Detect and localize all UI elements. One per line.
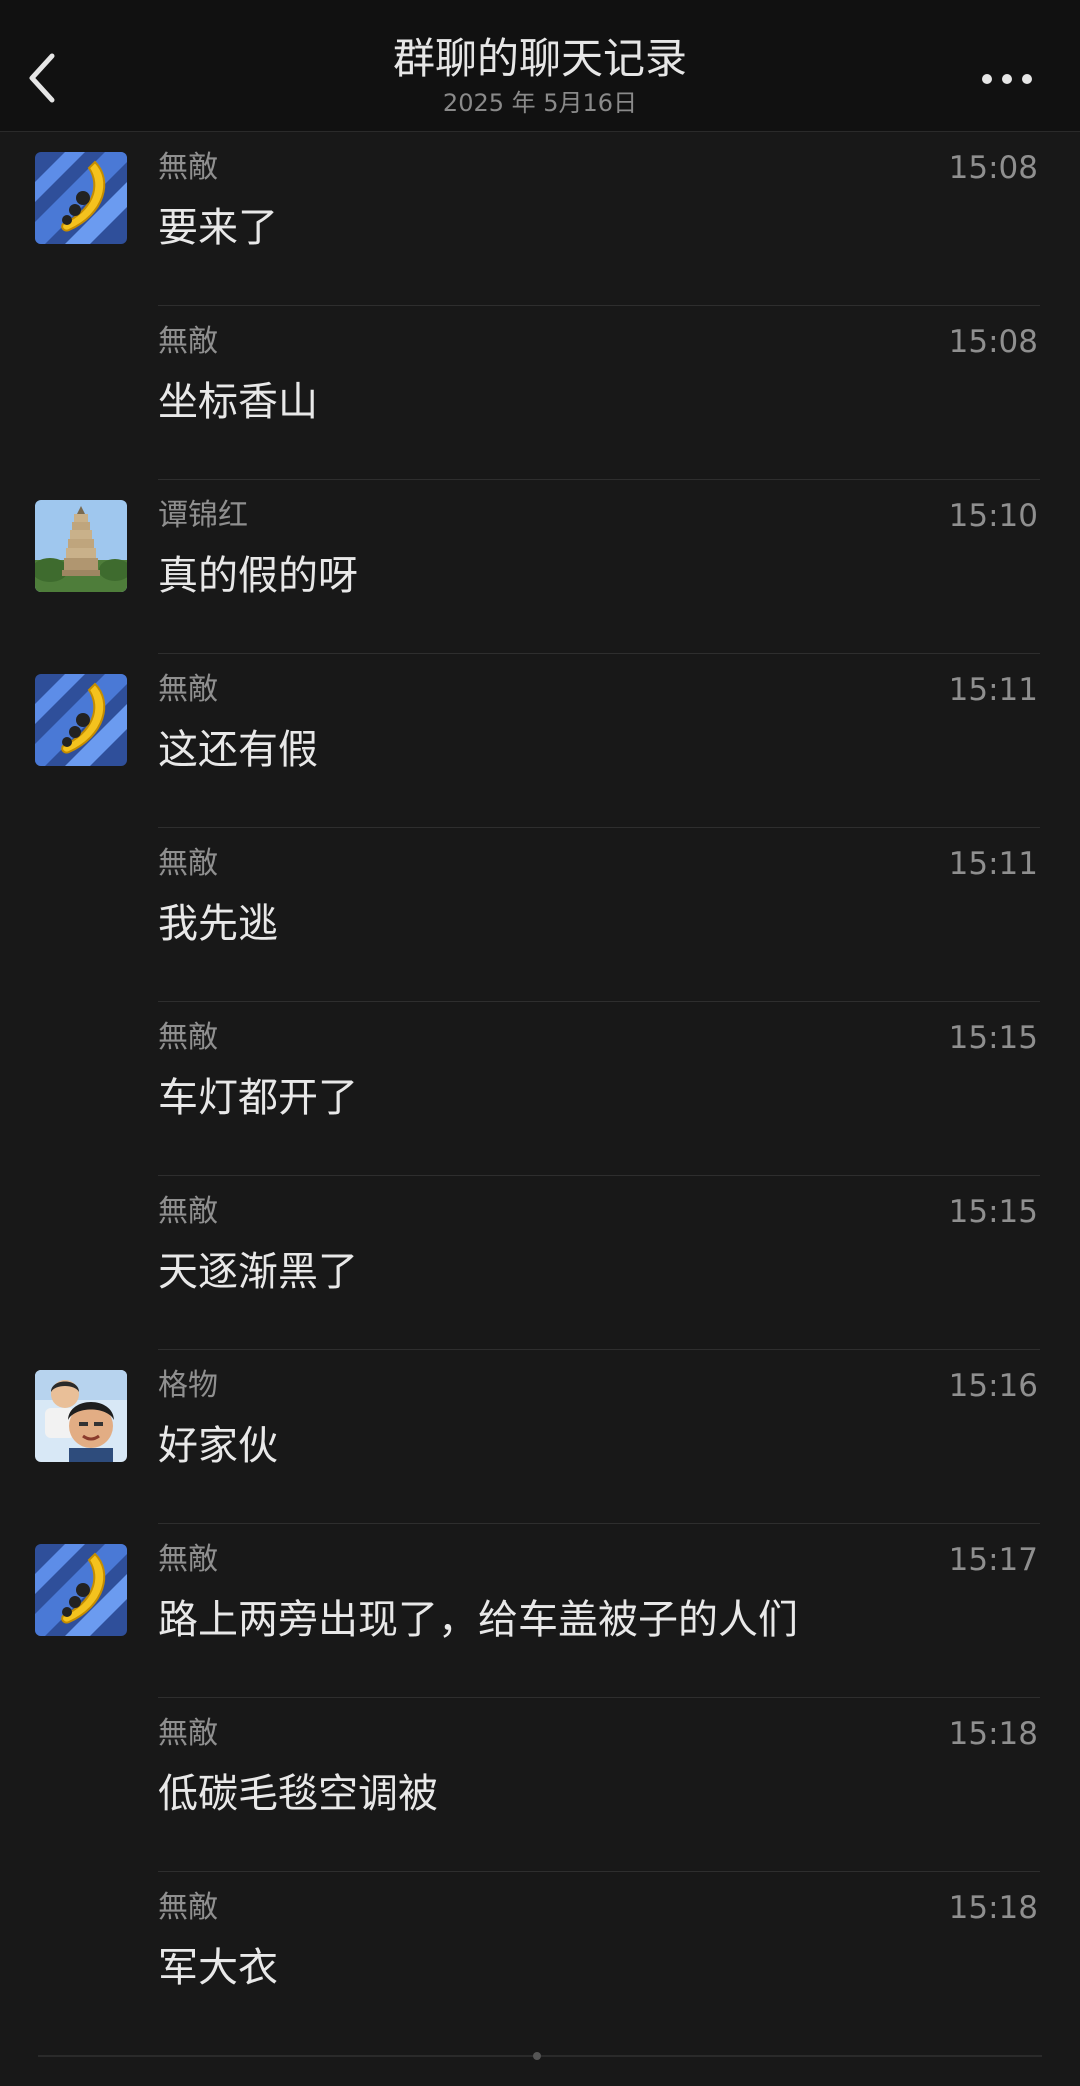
message-time: 15:11 [948, 672, 1038, 708]
banana-avatar[interactable] [35, 152, 127, 244]
message-text: 好家伙 [158, 1423, 278, 1469]
chat-history-page: 群聊的聊天记录 2025 年 5月16日 無敵 15:08 要来了 無敵 15:… [0, 0, 1080, 2086]
banana-avatar[interactable] [35, 674, 127, 766]
message-time: 15:18 [948, 1716, 1038, 1752]
banana-avatar[interactable] [35, 1544, 127, 1636]
message-item[interactable]: 格物 15:16 好家伙 [0, 1350, 1080, 1524]
header-bar: 群聊的聊天记录 2025 年 5月16日 [0, 0, 1080, 132]
message-text: 军大衣 [158, 1945, 278, 1991]
message-text: 路上两旁出现了，给车盖被子的人们 [158, 1597, 798, 1643]
message-text: 车灯都开了 [158, 1075, 358, 1121]
message-time: 15:10 [948, 498, 1038, 534]
pagoda-avatar[interactable] [35, 500, 127, 592]
message-time: 15:16 [948, 1368, 1038, 1404]
message-time: 15:15 [948, 1020, 1038, 1056]
sender-name: 無敵 [158, 1542, 218, 1577]
message-text: 这还有假 [158, 727, 318, 773]
more-options-button[interactable] [980, 52, 1040, 102]
sender-name: 無敵 [158, 324, 218, 359]
more-dot-icon [1022, 74, 1032, 84]
page-title: 群聊的聊天记录 [392, 34, 687, 83]
message-text: 我先逃 [158, 901, 278, 947]
message-time: 15:08 [948, 150, 1038, 186]
message-item[interactable]: 無敵 15:11 这还有假 [0, 654, 1080, 828]
message-item[interactable]: 無敵 15:11 我先逃 [0, 828, 1080, 1002]
sender-name: 谭锦红 [158, 498, 248, 533]
message-item[interactable]: 無敵 15:15 车灯都开了 [0, 1002, 1080, 1176]
message-text: 天逐渐黑了 [158, 1249, 358, 1295]
message-item[interactable]: 無敵 15:08 要来了 [0, 132, 1080, 306]
message-item[interactable]: 無敵 15:18 军大衣 [0, 1872, 1080, 2046]
sender-name: 無敵 [158, 1194, 218, 1229]
sender-name: 無敵 [158, 1020, 218, 1055]
sender-name: 無敵 [158, 1716, 218, 1751]
page-subtitle-date: 2025 年 5月16日 [442, 89, 638, 117]
message-time: 15:17 [948, 1542, 1038, 1578]
sender-name: 無敵 [158, 846, 218, 881]
message-time: 15:18 [948, 1890, 1038, 1926]
message-item[interactable]: 無敵 15:18 低碳毛毯空调被 [0, 1698, 1080, 1872]
person-photo-avatar[interactable] [35, 1370, 127, 1462]
bottom-dot-icon [533, 2052, 541, 2060]
message-item[interactable]: 谭锦红 15:10 真的假的呀 [0, 480, 1080, 654]
more-dot-icon [1002, 74, 1012, 84]
message-text: 低碳毛毯空调被 [158, 1771, 438, 1817]
message-time: 15:08 [948, 324, 1038, 360]
message-item[interactable]: 無敵 15:15 天逐渐黑了 [0, 1176, 1080, 1350]
message-item[interactable]: 無敵 15:08 坐标香山 [0, 306, 1080, 480]
message-list[interactable]: 無敵 15:08 要来了 無敵 15:08 坐标香山 谭锦红 15:10 真的假… [0, 132, 1080, 2046]
message-time: 15:15 [948, 1194, 1038, 1230]
sender-name: 無敵 [158, 672, 218, 707]
message-text: 要来了 [158, 205, 278, 251]
message-text: 真的假的呀 [158, 553, 358, 599]
sender-name: 格物 [158, 1368, 218, 1403]
sender-name: 無敵 [158, 150, 218, 185]
message-item[interactable]: 無敵 15:17 路上两旁出现了，给车盖被子的人们 [0, 1524, 1080, 1698]
message-text: 坐标香山 [158, 379, 318, 425]
sender-name: 無敵 [158, 1890, 218, 1925]
more-dot-icon [982, 74, 992, 84]
message-time: 15:11 [948, 846, 1038, 882]
